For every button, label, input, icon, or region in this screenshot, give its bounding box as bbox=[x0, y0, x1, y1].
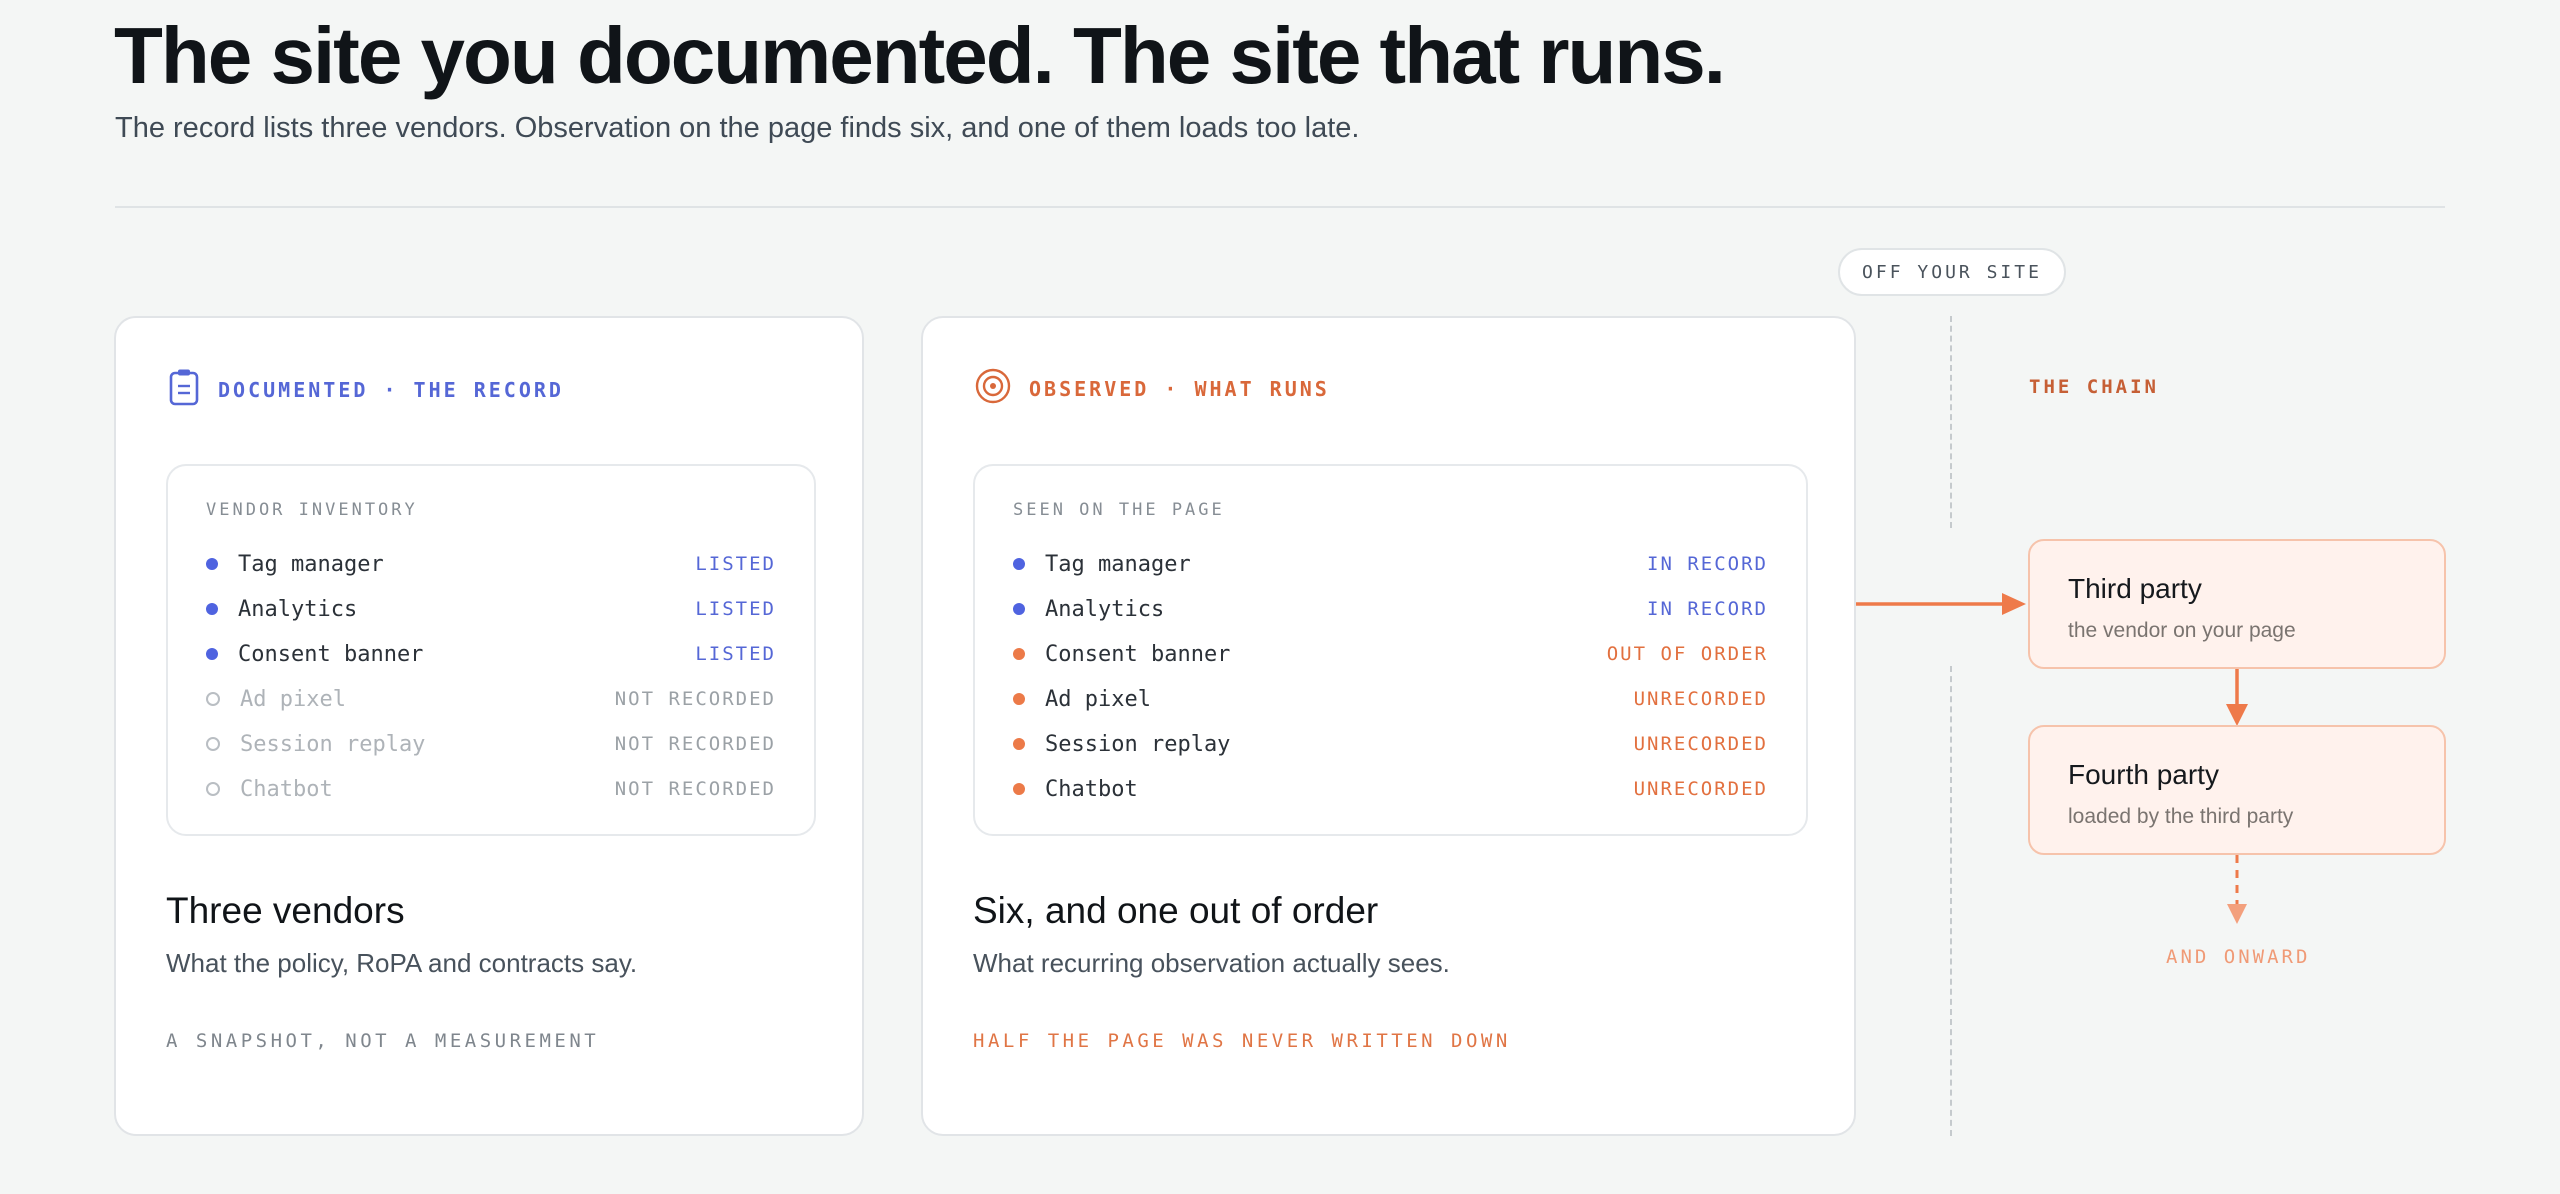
fourth-party-node: Fourth party loaded by the third party bbox=[2028, 725, 2446, 855]
arrow-to-fourth-party bbox=[2226, 669, 2248, 726]
third-party-title: Third party bbox=[2068, 573, 2202, 604]
and-onward-label: AND ONWARD bbox=[2166, 946, 2311, 968]
arrow-onward bbox=[2227, 855, 2247, 924]
arrow-to-third-party bbox=[1856, 593, 2026, 615]
fourth-party-subtitle: loaded by the third party bbox=[2068, 805, 2294, 828]
third-party-node: Third party the vendor on your page bbox=[2028, 539, 2446, 669]
third-party-subtitle: the vendor on your page bbox=[2068, 619, 2296, 642]
fourth-party-title: Fourth party bbox=[2068, 759, 2219, 790]
